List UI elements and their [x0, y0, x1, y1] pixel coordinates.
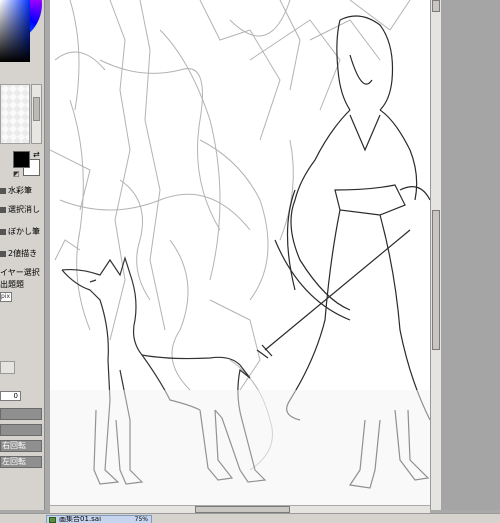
drawing-canvas[interactable]	[50, 0, 430, 505]
option-box[interactable]	[0, 361, 15, 374]
scroll-up-button[interactable]	[432, 0, 440, 12]
pixel-size-field[interactable]: pix	[0, 292, 12, 302]
workspace-background	[441, 0, 500, 510]
tool-blur[interactable]: ぼかし筆	[0, 225, 44, 239]
reset-colors-icon[interactable]: ◩	[13, 170, 20, 178]
rotate-ccw-button[interactable]: 左回転	[0, 456, 42, 468]
panel-button-1[interactable]	[0, 408, 42, 420]
brush-icon	[0, 187, 6, 194]
vertical-scrollbar[interactable]	[430, 0, 441, 510]
tool-select-eraser[interactable]: 選択消し	[0, 203, 44, 217]
color-swatch-area[interactable]	[0, 84, 30, 144]
paint-app-window: ⇄ ◩ 水彩筆 選択消し ぼかし筆 2値描き イヤー選択 出題題 pix 0 右…	[0, 0, 500, 523]
stamp-title-label: 出題題	[0, 280, 24, 289]
saturation-value-picker[interactable]	[0, 0, 30, 62]
tool-label: ぼかし筆	[8, 227, 40, 236]
tool-label: 水彩筆	[8, 186, 32, 195]
document-bar: 画集合01.sai 75%	[0, 513, 500, 523]
layer-select-label: イヤー選択	[0, 268, 40, 277]
document-name: 画集合01.sai	[59, 515, 102, 523]
document-tab[interactable]: 画集合01.sai 75%	[46, 515, 152, 523]
rotate-cw-button[interactable]: 右回転	[0, 440, 42, 452]
zoom-level: 75%	[134, 516, 148, 523]
swatch-scrollbar[interactable]	[31, 84, 42, 144]
swap-colors-icon[interactable]: ⇄	[33, 150, 40, 159]
ground-shading	[50, 390, 430, 505]
horizontal-scrollbar[interactable]	[50, 505, 430, 513]
eraser-icon	[0, 206, 6, 213]
sketch-artwork	[50, 0, 430, 505]
tool-label: 選択消し	[8, 205, 40, 214]
tool-binary-pen[interactable]: 2値描き	[0, 247, 44, 261]
vertical-scroll-thumb[interactable]	[432, 210, 440, 350]
document-icon	[49, 517, 56, 523]
blur-icon	[0, 228, 6, 235]
numeric-field[interactable]: 0	[0, 391, 21, 401]
tool-watercolor[interactable]: 水彩筆	[0, 184, 44, 198]
tool-panel: ⇄ ◩ 水彩筆 選択消し ぼかし筆 2値描き イヤー選択 出題題 pix 0 右…	[0, 0, 45, 510]
panel-button-2[interactable]	[0, 424, 42, 436]
horizontal-scroll-thumb[interactable]	[195, 506, 290, 513]
swatch-scroll-thumb[interactable]	[33, 97, 40, 121]
tool-label: 2値描き	[8, 249, 38, 258]
foreground-color-swatch[interactable]	[13, 151, 30, 168]
pen-icon	[0, 250, 6, 257]
